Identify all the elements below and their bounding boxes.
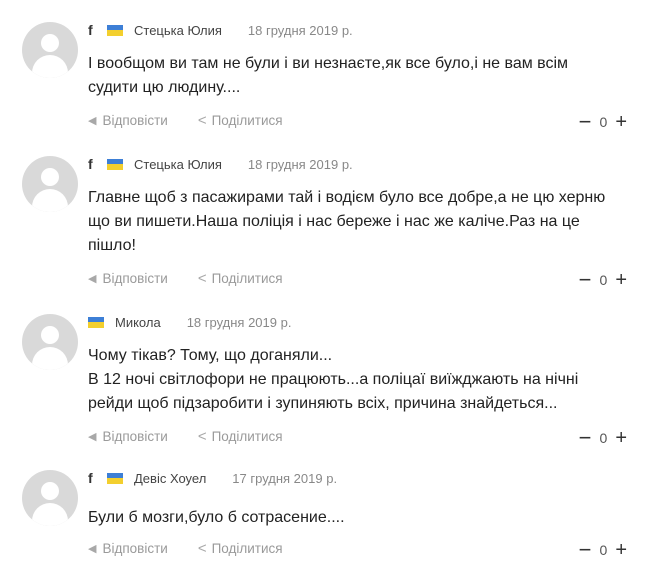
reply-button[interactable]: Відповісти [102,113,167,128]
vote-down-button[interactable]: − [579,539,592,561]
vote-down-button[interactable]: − [579,269,592,291]
vote-count: 0 [599,430,608,446]
share-button[interactable]: Поділитися [212,113,283,128]
share-icon[interactable]: < [198,428,207,445]
avatar [22,22,78,78]
comment-date: 18 грудня 2019 р. [186,314,292,330]
ukraine-flag-icon [107,472,123,484]
avatar [22,314,78,370]
author-name[interactable]: Стецька Юлия [134,157,222,172]
reply-button[interactable]: Відповісти [102,271,167,286]
ukraine-flag-icon [107,158,123,170]
share-icon[interactable]: < [198,270,207,287]
vote-up-button[interactable]: + [615,540,627,560]
reply-arrow-icon[interactable]: ◀ [88,114,96,127]
reply-arrow-icon[interactable]: ◀ [88,542,96,555]
reply-arrow-icon[interactable]: ◀ [88,272,96,285]
vote-up-button[interactable]: + [615,428,627,448]
comment-text: Були б мозги,було б сотрасение.... [88,509,345,526]
comment-date: 17 грудня 2019 р. [232,470,338,486]
vote-count: 0 [599,114,608,130]
vote-down-button[interactable]: − [579,427,592,449]
facebook-icon: f [88,470,93,486]
vote-up-button[interactable]: + [615,270,627,290]
vote-count: 0 [599,542,608,558]
comment-date: 18 грудня 2019 р. [247,22,353,38]
facebook-icon: f [88,156,93,172]
vote-count: 0 [599,272,608,288]
facebook-icon: f [88,22,93,38]
comment-text: Чому тікав? Тому, що доганяли... В 12 но… [88,347,579,412]
comment-text: Главне щоб з пасажирами тай і водієм бул… [88,189,606,254]
share-icon[interactable]: < [198,112,207,129]
vote-up-button[interactable]: + [615,112,627,132]
share-button[interactable]: Поділитися [212,541,283,556]
share-icon[interactable]: < [198,540,207,557]
ukraine-flag-icon [88,316,104,328]
author-name[interactable]: Микола [115,315,161,330]
author-name[interactable]: Девіс Хоуел [134,471,206,486]
share-button[interactable]: Поділитися [212,429,283,444]
share-button[interactable]: Поділитися [212,271,283,286]
avatar [22,470,78,526]
vote-down-button[interactable]: − [579,111,592,133]
reply-arrow-icon[interactable]: ◀ [88,430,96,443]
avatar [22,156,78,212]
ukraine-flag-icon [107,24,123,36]
reply-button[interactable]: Відповісти [102,429,167,444]
author-name[interactable]: Стецька Юлия [134,23,222,38]
reply-button[interactable]: Відповісти [102,541,167,556]
comment-date: 18 грудня 2019 р. [247,156,353,172]
comment-text: І вообщом ви там не були і ви незнаєте,я… [88,55,569,96]
